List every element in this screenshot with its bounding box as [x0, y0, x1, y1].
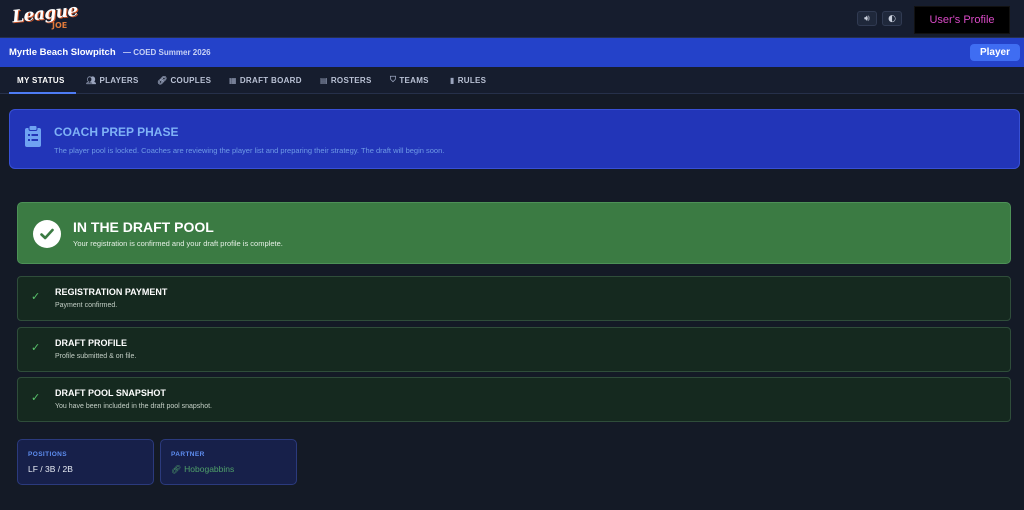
tab-my-status[interactable]: MY STATUS [17, 67, 65, 93]
book-icon: ▮ [450, 75, 455, 85]
check-circle-icon [33, 220, 61, 248]
step-title: DRAFT PROFILE [55, 338, 127, 348]
partner-link[interactable]: 🔗︎ Hobogabbins [171, 464, 234, 474]
role-button[interactable]: Player [970, 44, 1020, 61]
league-season: — COED Summer 2026 [123, 48, 211, 57]
league-bar: Myrtle Beach Slowpitch — COED Summer 202… [0, 38, 1024, 67]
link-icon: 🔗︎ [171, 465, 182, 474]
tab-players[interactable]: 👥︎ PLAYERS [86, 67, 139, 93]
active-tab-indicator [9, 92, 76, 94]
step-title: DRAFT POOL SNAPSHOT [55, 388, 166, 398]
positions-card: POSITIONS LF / 3B / 2B [17, 439, 154, 485]
check-icon: ✓ [31, 391, 41, 404]
positions-label: POSITIONS [28, 451, 67, 458]
tab-rosters[interactable]: ▤ ROSTERS [320, 67, 372, 93]
partner-card: PARTNER 🔗︎ Hobogabbins [160, 439, 297, 485]
partner-label: PARTNER [171, 451, 205, 458]
step-description: Payment confirmed. [55, 302, 118, 309]
table-icon: ▦ [229, 75, 237, 85]
tab-teams[interactable]: ⛉ TEAMS [390, 67, 429, 93]
tab-label: COUPLES [170, 75, 212, 85]
partner-name: Hobogabbins [184, 464, 235, 474]
nav-tabs: MY STATUS 👥︎ PLAYERS 🔗︎ COUPLES ▦ DRAFT … [0, 67, 1024, 94]
tab-label: ROSTERS [330, 75, 372, 85]
tab-rules[interactable]: ▮ RULES [450, 67, 486, 93]
tab-couples[interactable]: 🔗︎ COUPLES [157, 67, 211, 93]
phase-description: The player pool is locked. Coaches are r… [54, 146, 445, 155]
step-draft-profile: ✓ DRAFT PROFILE Profile submitted & on f… [17, 327, 1011, 372]
pool-status-description: Your registration is confirmed and your … [73, 239, 283, 248]
tab-draft-board[interactable]: ▦ DRAFT BOARD [229, 67, 302, 93]
sound-toggle-button[interactable]: 🔊︎ [857, 11, 877, 26]
link-icon: 🔗︎ [157, 75, 168, 85]
phase-banner: COACH PREP PHASE The player pool is lock… [9, 109, 1020, 169]
shield-icon: ⛉ [390, 75, 397, 84]
step-title: REGISTRATION PAYMENT [55, 287, 168, 297]
positions-value: LF / 3B / 2B [28, 464, 73, 474]
user-profile-button[interactable]: User's Profile [914, 6, 1010, 34]
top-bar: League JOE 🔊︎ ◐ User's Profile [0, 0, 1024, 38]
step-registration-payment: ✓ REGISTRATION PAYMENT Payment confirmed… [17, 276, 1011, 321]
users-icon: 👥︎ [86, 75, 97, 85]
pool-status-title: IN THE DRAFT POOL [73, 219, 214, 235]
check-icon: ✓ [31, 341, 41, 354]
check-icon: ✓ [31, 290, 41, 303]
theme-toggle-button[interactable]: ◐ [882, 11, 902, 26]
draft-pool-status-card: IN THE DRAFT POOL Your registration is c… [17, 202, 1011, 264]
step-draft-pool-snapshot: ✓ DRAFT POOL SNAPSHOT You have been incl… [17, 377, 1011, 422]
clipboard-icon: ▤ [320, 75, 328, 85]
tab-label: TEAMS [399, 75, 429, 85]
phase-title: COACH PREP PHASE [54, 125, 179, 139]
speaker-icon: 🔊︎ [864, 13, 870, 24]
league-logo[interactable]: League JOE [11, 1, 79, 34]
step-description: Profile submitted & on file. [55, 353, 137, 360]
tab-label: MY STATUS [17, 75, 65, 85]
step-description: You have been included in the draft pool… [55, 403, 212, 410]
tab-label: RULES [457, 75, 487, 85]
tab-label: DRAFT BOARD [239, 75, 302, 85]
clipboard-icon [25, 125, 41, 147]
contrast-icon: ◐ [888, 13, 896, 24]
logo-subtext: JOE [52, 21, 68, 30]
tab-label: PLAYERS [99, 75, 139, 85]
league-name: Myrtle Beach Slowpitch [9, 47, 116, 58]
logo-text: League [11, 0, 79, 28]
